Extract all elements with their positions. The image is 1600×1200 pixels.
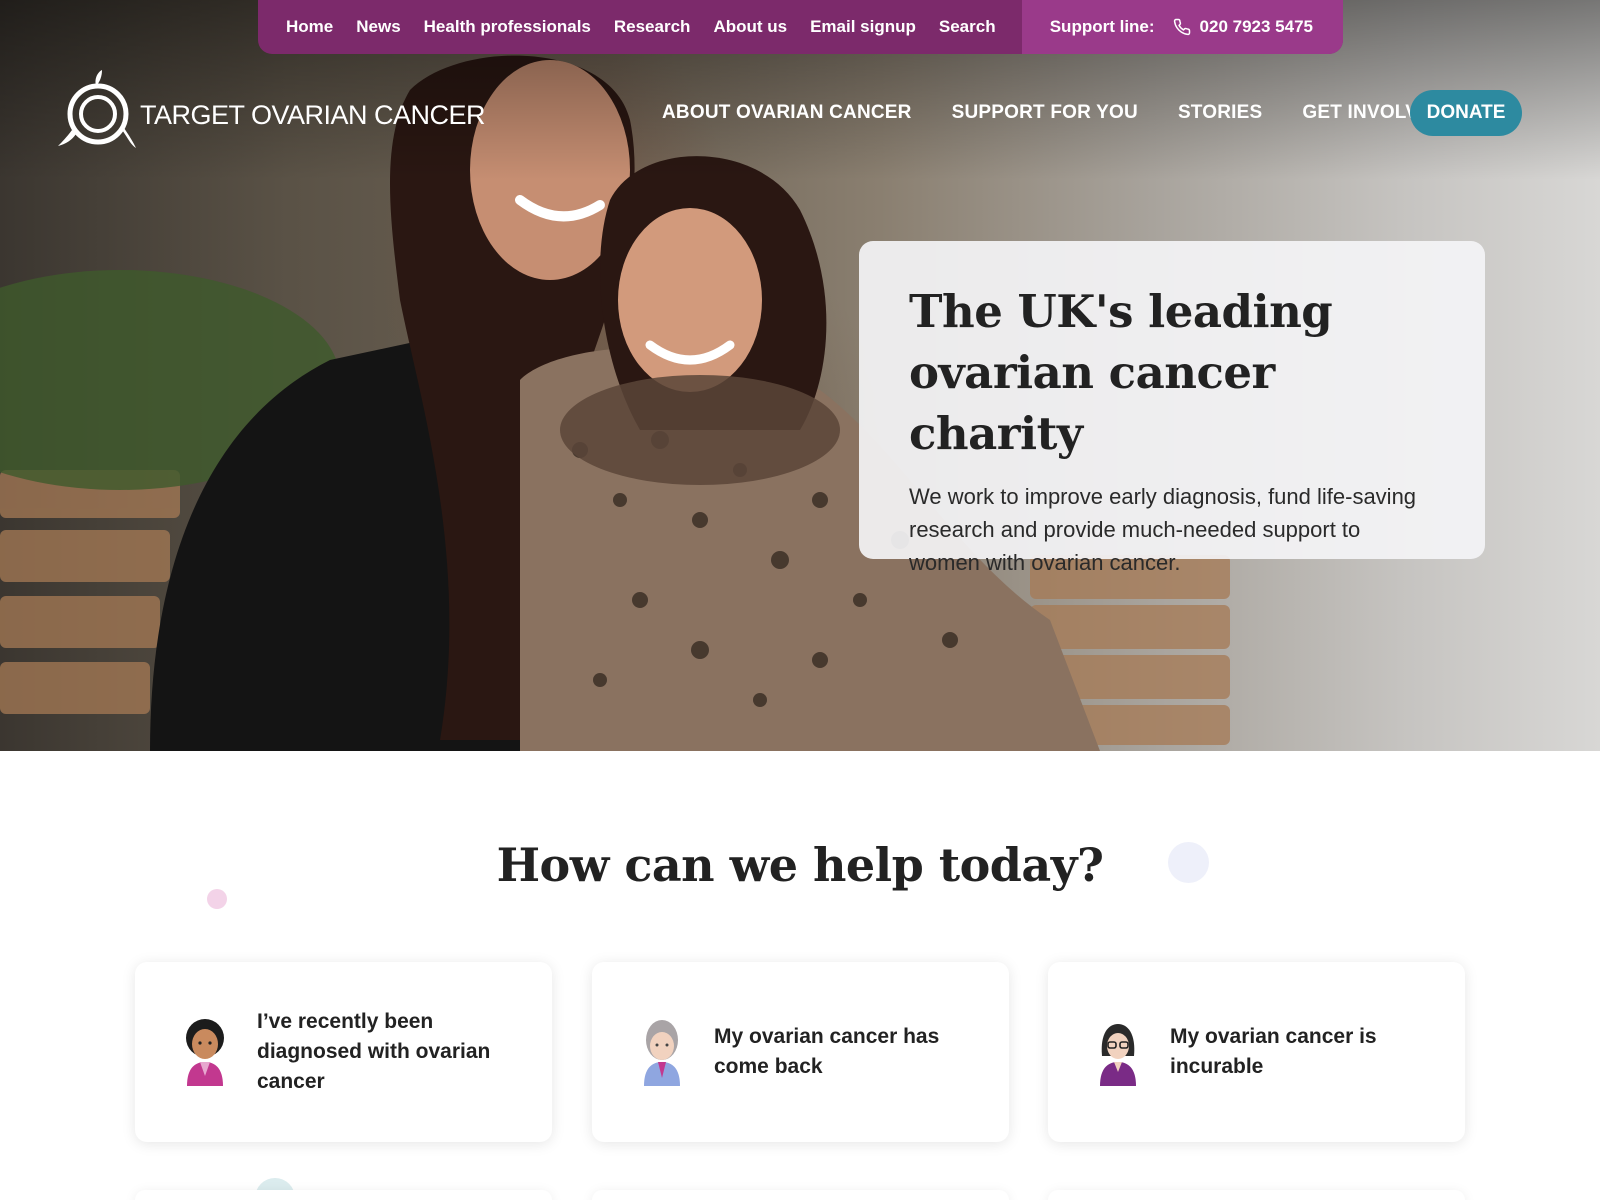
- help-section-title: How can we help today?: [496, 838, 1104, 892]
- decorative-dot: [207, 889, 227, 909]
- utility-nav: Home News Health professionals Research …: [258, 0, 1019, 54]
- utility-link-search[interactable]: Search: [939, 17, 996, 37]
- donate-button[interactable]: DONATE: [1410, 90, 1522, 136]
- utility-link-email-signup[interactable]: Email signup: [810, 17, 916, 37]
- logo-text: TARGET OVARIAN CANCER: [140, 99, 486, 130]
- utility-bar: Home News Health professionals Research …: [258, 0, 1343, 54]
- utility-link-news[interactable]: News: [356, 17, 400, 37]
- nav-about-ovarian-cancer[interactable]: ABOUT OVARIAN CANCER: [662, 102, 912, 124]
- nav-stories[interactable]: STORIES: [1178, 102, 1262, 124]
- hero-text: We work to improve early diagnosis, fund…: [909, 484, 1417, 575]
- logo-mark-icon: [58, 70, 136, 148]
- support-phone-link[interactable]: 020 7923 5475: [1200, 17, 1313, 37]
- help-card-incurable[interactable]: My ovarian cancer is incurable: [1048, 962, 1465, 1142]
- help-card-label: My ovarian cancer has come back: [714, 1025, 940, 1078]
- woman-avatar-icon: [644, 1020, 680, 1086]
- help-card-come-back[interactable]: My ovarian cancer has come back: [592, 962, 1009, 1142]
- help-card-label: I’ve recently been diagnosed with ovaria…: [257, 1010, 491, 1093]
- help-card-recently-diagnosed[interactable]: I’ve recently been diagnosed with ovaria…: [135, 962, 552, 1142]
- main-nav: ABOUT OVARIAN CANCER SUPPORT FOR YOU STO…: [662, 102, 1485, 124]
- support-line: Support line: 020 7923 5475: [1021, 0, 1343, 54]
- nav-support-for-you[interactable]: SUPPORT FOR YOU: [952, 102, 1138, 124]
- utility-link-home[interactable]: Home: [286, 17, 333, 37]
- hero-title: The UK's leading ovarian cancer charity: [909, 285, 1333, 460]
- utility-link-health-professionals[interactable]: Health professionals: [424, 17, 591, 37]
- hero-card: The UK's leading ovarian cancer charity …: [859, 241, 1485, 575]
- help-card-next-row: [1048, 1190, 1465, 1200]
- support-line-label: Support line:: [1049, 17, 1155, 36]
- help-card-next-row: [592, 1190, 1009, 1200]
- help-card-label: My ovarian cancer is incurable: [1170, 1025, 1377, 1078]
- phone-icon: [1173, 18, 1191, 36]
- utility-link-about-us[interactable]: About us: [713, 17, 787, 37]
- site-logo[interactable]: TARGET OVARIAN CANCER: [58, 68, 486, 152]
- utility-link-research[interactable]: Research: [614, 17, 691, 37]
- woman-avatar-icon: [1100, 1024, 1136, 1086]
- help-card-next-row: [135, 1190, 552, 1200]
- woman-avatar-icon: [186, 1019, 224, 1086]
